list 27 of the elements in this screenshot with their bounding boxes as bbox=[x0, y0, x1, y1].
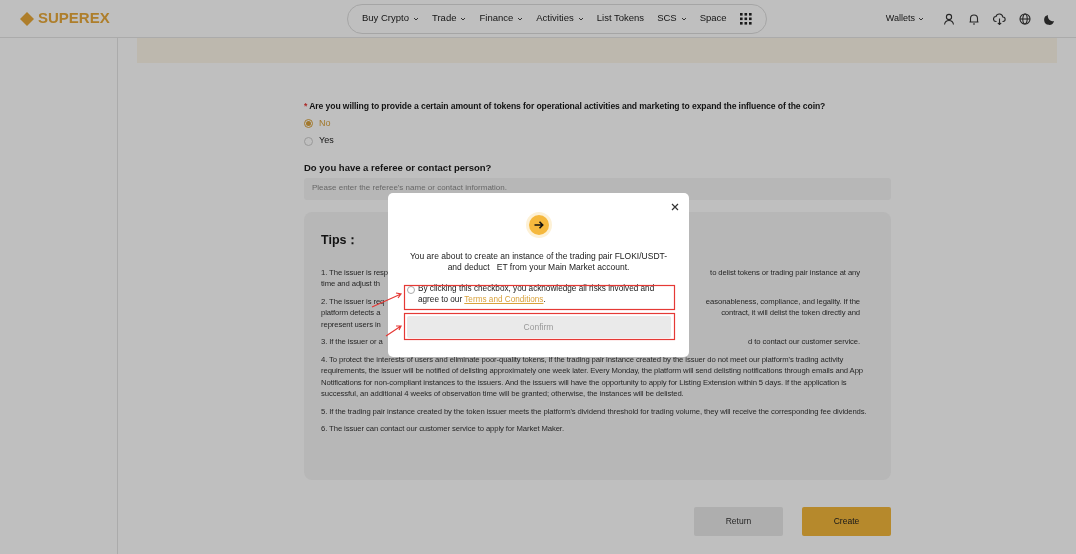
nav-menu[interactable]: Finance bbox=[479, 11, 524, 26]
globe-icon[interactable] bbox=[1019, 12, 1031, 25]
question-label: Are you willing to provide a certain amount of tokens for operational activities and marketing to expand the influence of the coin? bbox=[309, 100, 826, 113]
return-button[interactable]: Return bbox=[694, 507, 783, 537]
create-button[interactable]: Create bbox=[802, 507, 891, 537]
wallets-menu[interactable]: Wallets bbox=[885, 11, 924, 26]
nav-link[interactable]: List Tokens bbox=[596, 11, 645, 26]
bell-icon[interactable] bbox=[968, 12, 980, 25]
nav-menu[interactable]: Activities bbox=[536, 11, 584, 26]
dialog-message: and deduct ET from your Main Market account. bbox=[447, 261, 630, 272]
nav-link[interactable]: Space bbox=[699, 11, 727, 26]
moon-icon[interactable] bbox=[1044, 12, 1056, 25]
nav-menu[interactable]: Buy Crypto bbox=[362, 11, 419, 26]
required-mark: * bbox=[304, 100, 308, 113]
cloud-download-icon[interactable] bbox=[993, 12, 1006, 25]
dialog-message: You are about to create an instance of the trading pair FLOKI/USDT- bbox=[409, 251, 668, 262]
nav-menu[interactable]: SCS bbox=[657, 11, 687, 26]
arrow-right-icon bbox=[525, 212, 552, 238]
caret-icon bbox=[918, 16, 924, 21]
user-icon[interactable] bbox=[943, 12, 955, 25]
tips-title: Tips： bbox=[321, 232, 360, 250]
logo-diamond-icon bbox=[20, 11, 34, 26]
apps-grid-icon[interactable] bbox=[739, 12, 752, 25]
radio-label[interactable]: Yes bbox=[319, 134, 334, 148]
close-icon[interactable] bbox=[671, 203, 679, 211]
referee-label: Do you have a referee or contact person? bbox=[304, 160, 493, 175]
nav-menu[interactable]: Trade bbox=[432, 11, 467, 26]
